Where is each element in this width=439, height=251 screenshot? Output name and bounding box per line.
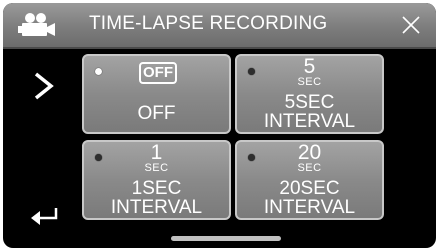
close-icon[interactable] — [399, 13, 423, 37]
interval-unit: SEC — [297, 76, 322, 88]
option-label-line1: 5SEC — [284, 92, 335, 113]
option-label-line2: INTERVAL — [263, 111, 356, 132]
option-label-line1: 1SEC — [131, 178, 182, 199]
title-bar: TIME-LAPSE RECORDING — [3, 3, 436, 49]
interval-value: 5 — [303, 55, 316, 78]
option-5sec-button[interactable]: 5 SEC 5SEC INTERVAL — [235, 54, 384, 134]
option-label: 1SEC INTERVAL — [84, 179, 229, 217]
option-label: OFF — [137, 103, 176, 124]
option-label: 20SEC INTERVAL — [237, 179, 382, 217]
interval-unit: SEC — [297, 162, 322, 174]
option-1sec-button[interactable]: 1 SEC 1SEC INTERVAL — [82, 140, 231, 220]
option-off-button[interactable]: OFF OFF — [82, 54, 231, 134]
option-label-line2: INTERVAL — [110, 197, 203, 218]
interval-value: 1 — [150, 141, 163, 164]
interval-value: 20 — [297, 141, 322, 164]
page-title: TIME-LAPSE RECORDING — [89, 13, 328, 34]
option-20sec-button[interactable]: 20 SEC 20SEC INTERVAL — [235, 140, 384, 220]
option-label-line2: INTERVAL — [263, 197, 356, 218]
camera-menu-screen: TIME-LAPSE RECORDING OFF OFF 5 SEC 5SEC … — [3, 3, 436, 248]
interval-unit: SEC — [144, 162, 169, 174]
option-label: 5SEC INTERVAL — [237, 93, 382, 131]
option-label-line1: 20SEC — [279, 178, 340, 199]
video-camera-icon — [18, 13, 55, 36]
chevron-right-icon[interactable] — [25, 66, 65, 106]
scrollbar[interactable] — [171, 236, 281, 241]
return-arrow-icon[interactable] — [25, 198, 65, 238]
selected-indicator — [95, 68, 102, 75]
off-badge-icon: OFF — [139, 62, 177, 84]
